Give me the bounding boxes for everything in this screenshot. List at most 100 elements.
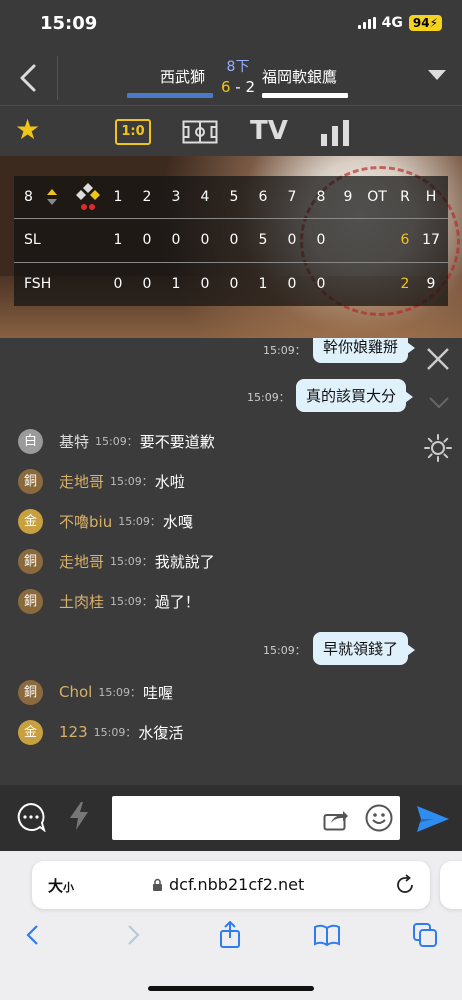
star-icon[interactable]: ★ (15, 116, 40, 144)
chat-bubble-icon[interactable] (16, 802, 46, 832)
forward-icon[interactable] (118, 921, 146, 949)
bookmarks-icon[interactable] (313, 921, 341, 949)
chevron-down-icon[interactable] (428, 70, 446, 80)
current-inning: 8 (24, 189, 33, 205)
col-ot: OT (367, 189, 387, 205)
message-time: 15:09： (110, 475, 153, 488)
inning-score: 0 (142, 276, 152, 292)
user-rank-badge: 金 (18, 508, 43, 534)
reload-icon[interactable] (394, 874, 416, 896)
message-text: 要不要道歉 (139, 432, 215, 451)
address-bar[interactable]: 大小 dcf.nbb21cf2.net (32, 861, 430, 909)
col-5: 5 (229, 189, 239, 205)
brightness-icon[interactable] (424, 434, 452, 462)
inning-score: 0 (287, 276, 297, 292)
bases-icon (76, 183, 100, 210)
score-separator: - (235, 78, 241, 96)
col-8: 8 (316, 189, 326, 205)
linescore-table: 8 1 2 3 4 5 6 7 8 9 OT R H SL 1 0 0 0 0 … (14, 176, 448, 306)
username[interactable]: 不嚕biu (59, 511, 112, 532)
url-display[interactable]: dcf.nbb21cf2.net (152, 875, 304, 894)
inning-score: 0 (113, 276, 123, 292)
inning-score: 5 (258, 232, 268, 248)
away-team-bar (262, 93, 348, 98)
browser-bar: 大小 dcf.nbb21cf2.net (0, 851, 462, 1000)
chat-line: 銅 走地哥 15:09： 我就說了 (18, 547, 215, 575)
col-1: 1 (113, 189, 123, 205)
message-time: 15:09： (118, 515, 161, 528)
sort-icon (47, 189, 57, 205)
chevron-down-icon[interactable] (428, 396, 450, 410)
col-7: 7 (287, 189, 297, 205)
home-team-bar (127, 93, 213, 98)
tab-tv[interactable]: TV (250, 116, 288, 146)
tab-score[interactable]: 1:0 (115, 119, 151, 145)
message-text: 哇喔 (143, 683, 174, 702)
share-icon[interactable] (323, 807, 349, 831)
header-divider (57, 56, 58, 100)
username[interactable]: 基特 (59, 431, 89, 452)
inning-score: 0 (200, 276, 210, 292)
username[interactable]: 走地哥 (59, 471, 104, 492)
inning-score: 1 (258, 276, 268, 292)
message-time: 15:09： (110, 555, 153, 568)
inning-score: 1 (113, 232, 123, 248)
text-size-button[interactable]: 大小 (48, 875, 74, 896)
col-r: R (400, 189, 410, 205)
game-header: 西武獅 8下 6 - 2 福岡軟銀鷹 (0, 50, 462, 106)
inning-score: 0 (316, 232, 326, 248)
share-icon[interactable] (216, 921, 244, 949)
lock-icon (153, 878, 162, 891)
username[interactable]: 土肉桂 (59, 591, 104, 612)
lightning-icon[interactable] (68, 801, 90, 831)
hits-total: 9 (426, 276, 436, 292)
status-bar: 15:09 4G 94⚡ (0, 0, 462, 50)
network-label: 4G (381, 15, 403, 31)
linescore-row: FSH 0 0 1 0 0 1 0 0 2 9 (14, 263, 448, 305)
away-score: 2 (245, 78, 256, 96)
battery-level: 94 (412, 16, 430, 30)
chat-area[interactable]: 15:09： 幹你娘雞掰 15:09： 真的該買大分 白 基特 15:09： 要… (0, 338, 462, 785)
send-icon[interactable] (416, 805, 450, 833)
message-time: 15:09： (93, 726, 137, 739)
runs-total: 2 (400, 276, 410, 292)
back-icon[interactable] (20, 921, 48, 949)
browser-toolbar (0, 921, 462, 955)
col-2: 2 (142, 189, 152, 205)
signal-icon (357, 17, 376, 29)
tabs-icon[interactable] (411, 921, 439, 949)
back-icon[interactable] (14, 60, 44, 96)
close-icon[interactable] (425, 346, 451, 372)
message-text: 水復活 (138, 723, 184, 742)
field-icon[interactable] (182, 120, 218, 144)
inning-indicator: 8下 (226, 59, 250, 75)
game-toolbar: ★ 1:0 TV (0, 106, 462, 156)
home-indicator (148, 986, 314, 991)
message-time: 15:09： (263, 344, 306, 357)
username[interactable]: Chol (59, 683, 92, 701)
next-tab-address-bar[interactable] (440, 861, 462, 909)
username[interactable]: 123 (59, 723, 88, 741)
username[interactable]: 走地哥 (59, 551, 104, 572)
user-rank-badge: 銅 (18, 548, 43, 574)
message-time: 15:09： (110, 595, 153, 608)
emoji-icon[interactable] (365, 804, 393, 832)
status-time: 15:09 (40, 13, 98, 34)
col-6: 6 (258, 189, 268, 205)
inning-score: 0 (229, 276, 239, 292)
message-text: 過了！ (154, 592, 200, 611)
user-rank-badge: 白 (18, 428, 43, 454)
own-message-bubble: 早就領錢了 (313, 632, 416, 665)
message-input[interactable] (112, 796, 400, 840)
message-time: 15:09： (98, 686, 142, 699)
inning-score: 0 (316, 276, 326, 292)
inning-score: 0 (142, 232, 152, 248)
user-rank-badge: 銅 (18, 468, 43, 494)
away-team-name: 福岡軟銀鷹 (262, 68, 338, 86)
scoreboard-panel: 8 1 2 3 4 5 6 7 8 9 OT R H SL 1 0 0 0 0 … (0, 156, 462, 338)
user-rank-badge: 銅 (18, 588, 43, 614)
chat-line: 銅 走地哥 15:09： 水啦 (18, 467, 185, 495)
user-rank-badge: 金 (18, 719, 43, 745)
stats-icon[interactable] (321, 120, 353, 146)
runs-total: 6 (400, 232, 410, 248)
